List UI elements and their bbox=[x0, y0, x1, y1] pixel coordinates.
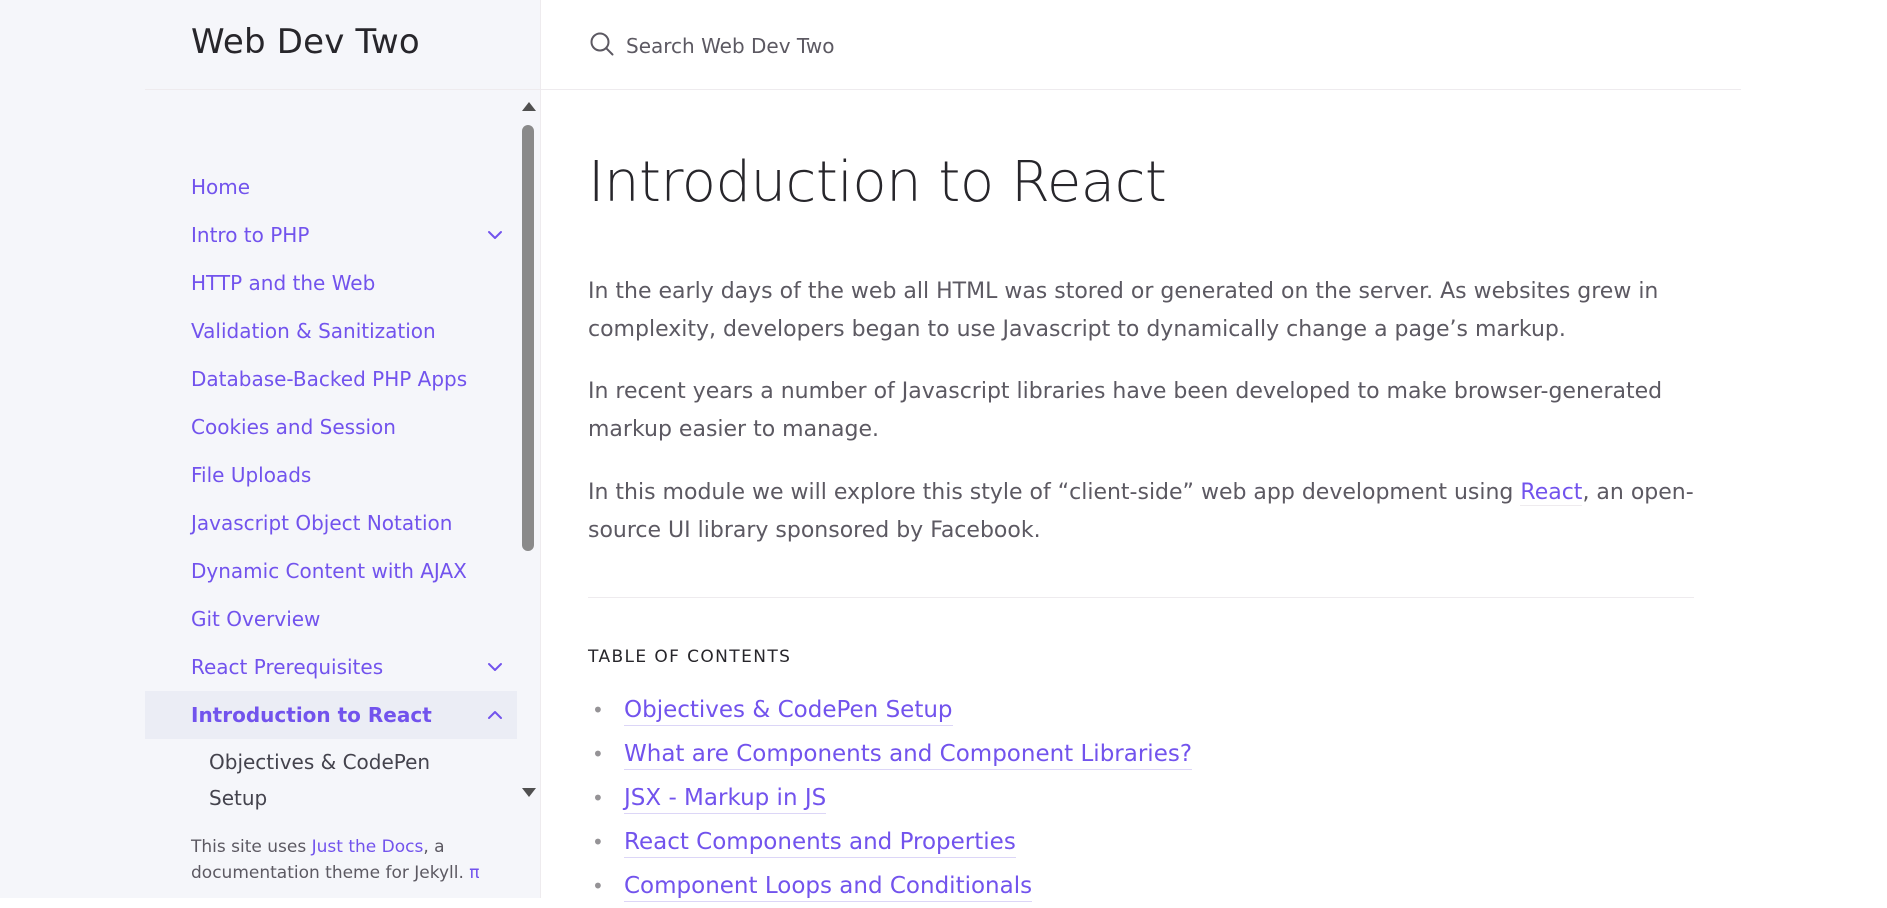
sidebar-item-dynamic-content-with-ajax[interactable]: Dynamic Content with AJAX bbox=[145, 547, 517, 595]
search-input[interactable] bbox=[624, 33, 1228, 59]
sidebar-item-label[interactable]: React Prerequisites bbox=[191, 655, 383, 679]
sidebar-item-label[interactable]: Cookies and Session bbox=[191, 415, 396, 439]
toc-bullet: • bbox=[592, 698, 604, 722]
sidebar-item-file-uploads[interactable]: File Uploads bbox=[145, 451, 517, 499]
sidebar-footer: This site uses Just the Docs, a document… bbox=[191, 834, 491, 886]
sidebar-item-label[interactable]: File Uploads bbox=[191, 463, 311, 487]
page-title: Introduction to React bbox=[588, 150, 1167, 215]
toc-link[interactable]: What are Components and Component Librar… bbox=[624, 739, 1193, 770]
toc-link[interactable]: Component Loops and Conditionals bbox=[624, 871, 1033, 902]
scroll-up-arrow-icon[interactable] bbox=[522, 102, 536, 111]
sidebar-item-intro-to-php[interactable]: Intro to PHP bbox=[145, 211, 517, 259]
content-divider bbox=[588, 597, 1694, 598]
intro-paragraph-2: In recent years a number of Javascript l… bbox=[588, 379, 1663, 442]
intro-paragraph-3: In this module we will explore this styl… bbox=[588, 474, 1698, 550]
sidebar-item-label[interactable]: Validation & Sanitization bbox=[191, 319, 436, 343]
para3-text-before: In this module we will explore this styl… bbox=[588, 480, 1521, 505]
sidebar-item-label[interactable]: Database-Backed PHP Apps bbox=[191, 367, 467, 391]
sidebar-item-label[interactable]: HTTP and the Web bbox=[191, 271, 375, 295]
sidebar-item-introduction-to-react[interactable]: Introduction to React bbox=[145, 691, 517, 739]
search-icon bbox=[588, 30, 616, 62]
sidebar-item-git-overview[interactable]: Git Overview bbox=[145, 595, 517, 643]
sidebar-item-label[interactable]: Git Overview bbox=[191, 607, 320, 631]
sidebar-item-http-and-the-web[interactable]: HTTP and the Web bbox=[145, 259, 517, 307]
sidebar-item-label[interactable]: Home bbox=[191, 175, 250, 199]
toc-link[interactable]: Objectives & CodePen Setup bbox=[624, 695, 953, 726]
sidebar-item-react-prerequisites[interactable]: React Prerequisites bbox=[145, 643, 517, 691]
chevron-down-icon[interactable] bbox=[483, 655, 507, 679]
sidebar-item-home[interactable]: Home bbox=[145, 163, 517, 211]
sidebar-divider bbox=[540, 0, 541, 898]
toc-bullet: • bbox=[592, 742, 604, 766]
sidebar-item-validation-sanitization[interactable]: Validation & Sanitization bbox=[145, 307, 517, 355]
sidebar-item-label[interactable]: Introduction to React bbox=[191, 703, 432, 727]
just-the-docs-link[interactable]: Just the Docs bbox=[312, 837, 424, 857]
search-bar[interactable] bbox=[588, 28, 1228, 64]
sidebar-item-label[interactable]: Javascript Object Notation bbox=[191, 511, 452, 535]
sidebar-nav: Home Intro to PHP HTTP and the Web Valid… bbox=[145, 90, 517, 810]
toc-link[interactable]: React Components and Properties bbox=[624, 827, 1016, 858]
sidebar-subitem-objectives-codepen-setup[interactable]: Objectives & CodePen Setup bbox=[209, 744, 479, 810]
site-title[interactable]: Web Dev Two bbox=[191, 22, 420, 62]
sidebar-item-label[interactable]: Intro to PHP bbox=[191, 223, 309, 247]
intro-paragraph-1: In the early days of the web all HTML wa… bbox=[588, 279, 1659, 342]
sidebar-scrollbar[interactable] bbox=[517, 90, 539, 810]
pi-link[interactable]: π bbox=[469, 863, 479, 883]
sidebar-item-javascript-object-notation[interactable]: Javascript Object Notation bbox=[145, 499, 517, 547]
footer-prefix: This site uses bbox=[191, 837, 312, 857]
scroll-down-arrow-icon[interactable] bbox=[522, 788, 536, 797]
sidebar-item-database-backed-php-apps[interactable]: Database-Backed PHP Apps bbox=[145, 355, 517, 403]
toc-bullet: • bbox=[592, 786, 604, 810]
toc-bullet: • bbox=[592, 830, 604, 854]
scrollbar-thumb[interactable] bbox=[522, 125, 534, 551]
chevron-up-icon[interactable] bbox=[483, 703, 507, 727]
sidebar-item-cookies-and-session[interactable]: Cookies and Session bbox=[145, 403, 517, 451]
toc-bullet: • bbox=[592, 874, 604, 898]
toc-link[interactable]: JSX - Markup in JS bbox=[624, 783, 827, 814]
chevron-down-icon[interactable] bbox=[483, 223, 507, 247]
react-link[interactable]: React bbox=[1520, 480, 1583, 506]
sidebar-item-label[interactable]: Dynamic Content with AJAX bbox=[191, 559, 467, 583]
toc-heading: Table of Contents bbox=[588, 647, 792, 667]
